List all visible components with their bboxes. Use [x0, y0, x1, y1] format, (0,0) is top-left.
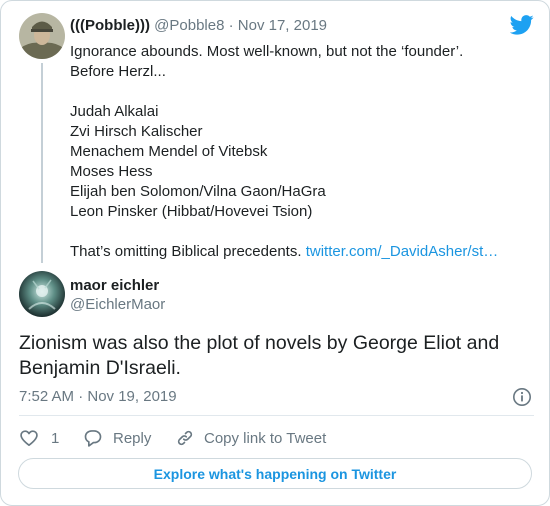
- closing-text: That’s omitting Biblical precedents.: [70, 243, 302, 260]
- speech-bubble-icon: [84, 430, 102, 447]
- parent-text-closing-line: That’s omitting Biblical precedents. twi…: [70, 242, 530, 262]
- parent-text-line: Judah Alkalai: [70, 103, 159, 120]
- parent-text-line: Menachem Mendel of Vitebsk: [70, 143, 268, 160]
- tweet-text: Zionism was also the plot of novels by G…: [19, 332, 500, 379]
- copy-link-button[interactable]: Copy link to Tweet: [175, 427, 326, 449]
- author-display-name[interactable]: maor eichler: [70, 276, 159, 296]
- parent-text-line: Ignorance abounds. Most well-known, but …: [70, 43, 464, 60]
- parent-text-blank-line: [70, 82, 530, 102]
- parent-text-line: Before Herzl...: [70, 63, 166, 80]
- parent-display-name[interactable]: (((Pobble))): [70, 17, 150, 34]
- author-avatar[interactable]: [19, 271, 65, 317]
- reply-button[interactable]: Reply: [83, 427, 151, 449]
- header-separator: ·: [228, 17, 234, 34]
- parent-text-line: Leon Pinsker (Hibbat/Hovevei Tsion): [70, 203, 313, 220]
- parent-text-line: Moses Hess: [70, 163, 153, 180]
- parent-date[interactable]: Nov 17, 2019: [238, 17, 327, 34]
- copy-link-label: Copy link to Tweet: [204, 429, 327, 447]
- parent-tweet-header: (((Pobble))) @Pobble8 · Nov 17, 2019: [70, 16, 327, 36]
- like-button[interactable]: 1: [19, 427, 59, 449]
- author-handle[interactable]: @EichlerMaor: [70, 295, 165, 315]
- parent-text-line: Zvi Hirsch Kalischer: [70, 123, 203, 140]
- parent-handle[interactable]: @Pobble8: [154, 17, 224, 34]
- parent-text-blank-line: [70, 222, 530, 242]
- parent-tweet-text: Ignorance abounds. Most well-known, but …: [70, 42, 530, 262]
- link-icon: [177, 430, 193, 446]
- parent-text-line: Elijah ben Solomon/Vilna Gaon/HaGra: [70, 183, 326, 200]
- twitter-bird-icon[interactable]: [510, 15, 534, 35]
- heart-icon: [20, 430, 38, 446]
- quoted-tweet-link[interactable]: twitter.com/_DavidAsher/st…: [306, 243, 499, 260]
- divider: [19, 415, 534, 416]
- parent-avatar[interactable]: [19, 13, 65, 59]
- reply-label: Reply: [113, 429, 152, 447]
- tweet-embed-card: (((Pobble))) @Pobble8 · Nov 17, 2019 Ign…: [0, 0, 550, 506]
- thread-connector-line: [41, 63, 43, 263]
- tweet-timestamp[interactable]: 7:52 AM · Nov 19, 2019: [19, 387, 177, 407]
- explore-twitter-button[interactable]: Explore what's happening on Twitter: [18, 458, 532, 489]
- info-icon[interactable]: [512, 387, 532, 407]
- like-count: 1: [51, 429, 60, 447]
